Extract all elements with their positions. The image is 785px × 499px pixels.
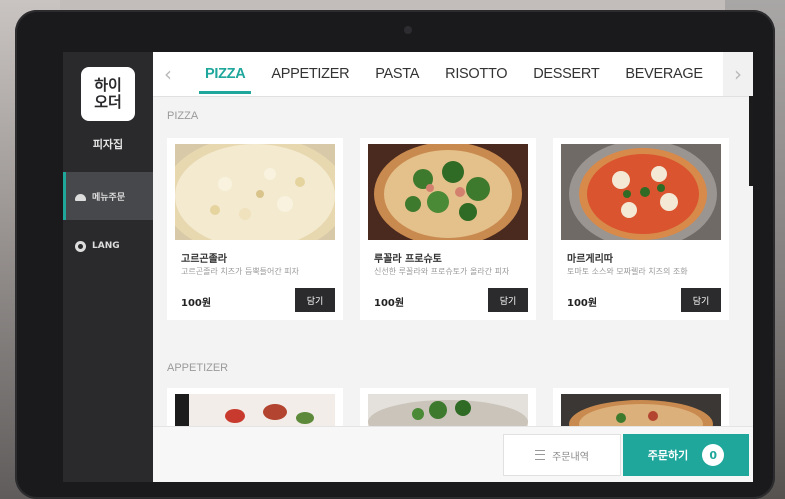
appetizer-image	[561, 394, 721, 428]
gorgonzola-pizza-image	[175, 144, 335, 240]
sidebar-item-menu-order[interactable]: 메뉴주문	[63, 172, 153, 220]
tablet-device: 하이 오더 피자집 메뉴주문 LANG ‹ PIZZA APPETIZER PA…	[15, 10, 775, 499]
place-order-label: 주문하기	[647, 449, 689, 462]
menu-item-desc: 신선한 루꼴라와 프로슈토가 올라간 피자	[374, 267, 510, 276]
logo-line-1: 하이	[94, 76, 122, 94]
tab-beverage[interactable]: BEVERAGE	[625, 52, 703, 96]
order-history-label: 주문내역	[552, 451, 589, 463]
menu-card[interactable]	[360, 388, 536, 428]
menu-item-desc: 고르곤졸라 치즈가 듬뿍들어간 피자	[181, 267, 300, 276]
tab-pizza[interactable]: PIZZA	[198, 52, 252, 96]
menu-item-desc: 토마토 소스와 모짜렐라 치즈의 조화	[567, 267, 688, 276]
camera-icon	[404, 26, 412, 34]
add-to-cart-button[interactable]: 담기	[681, 288, 721, 312]
logo-line-2: 오더	[94, 93, 122, 111]
menu-icon	[75, 193, 86, 201]
rucola-prosciutto-pizza-image	[368, 144, 528, 240]
store-logo: 하이 오더	[81, 67, 135, 121]
tab-pasta[interactable]: PASTA	[375, 52, 419, 96]
appetizer-image	[368, 394, 528, 428]
menu-item-price: 100원	[181, 298, 212, 309]
chevron-left-icon[interactable]: ‹	[153, 52, 183, 96]
section-title-pizza: PIZZA	[167, 110, 199, 122]
sidebar-item-label: LANG	[92, 241, 120, 251]
margherita-pizza-image	[561, 144, 721, 240]
menu-card[interactable]: 마르게리따 토마토 소스와 모짜렐라 치즈의 조화 100원 담기	[553, 138, 729, 320]
add-to-cart-button[interactable]: 담기	[488, 288, 528, 312]
tab-risotto[interactable]: RISOTTO	[445, 52, 507, 96]
menu-item-price: 100원	[374, 298, 405, 309]
sidebar-item-lang[interactable]: LANG	[63, 222, 153, 270]
category-tabs: PIZZA APPETIZER PASTA RISOTTO DESSERT BE…	[183, 52, 723, 96]
cart-count-badge: 0	[702, 444, 725, 466]
menu-card[interactable]	[553, 388, 729, 428]
globe-icon	[75, 240, 86, 252]
menu-card[interactable]: 루꼴라 프로슈토 신선한 루꼴라와 프로슈토가 올라간 피자 100원 담기	[360, 138, 536, 320]
menu-item-name: 루꼴라 프로슈토	[374, 254, 442, 265]
chevron-right-icon[interactable]: ›	[723, 52, 753, 96]
menu-item-name: 고르곤졸라	[181, 254, 227, 265]
category-tabbar: ‹ PIZZA APPETIZER PASTA RISOTTO DESSERT …	[153, 52, 753, 97]
store-name: 피자집	[92, 138, 124, 151]
menu-card[interactable]	[167, 388, 343, 428]
place-order-button[interactable]: 주문하기 0	[623, 434, 749, 476]
menu-item-name: 마르게리따	[567, 254, 613, 265]
menu-item-price: 100원	[567, 298, 598, 309]
order-history-button[interactable]: 주문내역	[503, 434, 621, 476]
bottom-action-bar: 주문내역 주문하기 0	[153, 426, 753, 482]
list-icon	[535, 450, 546, 460]
appetizer-image	[175, 394, 335, 428]
section-title-appetizer: APPETIZER	[167, 362, 229, 374]
sidebar-item-label: 메뉴주문	[92, 192, 126, 203]
menu-content: ‹ PIZZA APPETIZER PASTA RISOTTO DESSERT …	[153, 52, 753, 482]
add-to-cart-button[interactable]: 담기	[295, 288, 335, 312]
tab-appetizer[interactable]: APPETIZER	[271, 52, 349, 96]
menu-card[interactable]: 고르곤졸라 고르곤졸라 치즈가 듬뿍들어간 피자 100원 담기	[167, 138, 343, 320]
sidebar: 하이 오더 피자집 메뉴주문 LANG	[63, 52, 153, 482]
tab-dessert[interactable]: DESSERT	[533, 52, 599, 96]
kiosk-screen: 하이 오더 피자집 메뉴주문 LANG ‹ PIZZA APPETIZER PA…	[63, 52, 753, 482]
scrollbar-thumb[interactable]	[749, 96, 753, 186]
